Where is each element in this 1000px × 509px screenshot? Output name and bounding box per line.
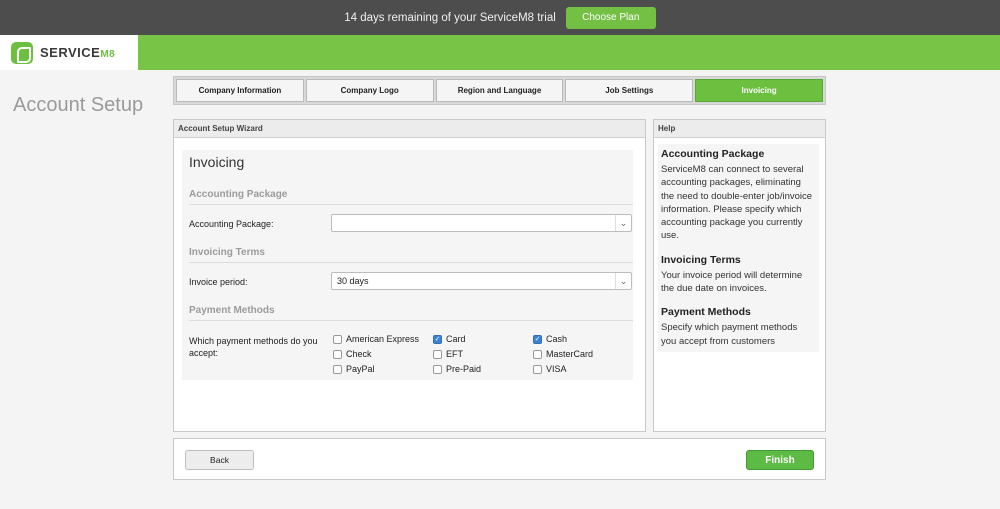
method-paypal[interactable]: PayPal xyxy=(333,363,433,375)
app-header: SERVICEM8 xyxy=(0,35,1000,70)
checkbox[interactable] xyxy=(333,364,342,374)
method-label: Card xyxy=(446,334,466,344)
method-card[interactable]: ✓ Card xyxy=(433,333,533,345)
accounting-package-label: Accounting Package: xyxy=(189,219,274,229)
checkbox[interactable] xyxy=(533,364,542,374)
method-visa[interactable]: VISA xyxy=(533,363,632,375)
method-eft[interactable]: EFT xyxy=(433,348,533,360)
checkbox-checked[interactable]: ✓ xyxy=(433,334,442,344)
invoice-period-value: 30 days xyxy=(337,276,369,286)
chevron-down-icon: ⌄ xyxy=(615,273,631,289)
logo-text-service: SERVICE xyxy=(40,45,101,60)
back-button[interactable]: Back xyxy=(185,450,254,470)
invoicing-terms-heading: Invoicing Terms xyxy=(189,247,633,263)
tab-company-information[interactable]: Company Information xyxy=(176,79,304,102)
wizard-body: Invoicing Accounting Package Accounting … xyxy=(182,150,633,380)
method-label: MasterCard xyxy=(546,349,594,359)
logo-text-m8: M8 xyxy=(100,49,116,60)
help-panel-header: Help xyxy=(654,120,825,138)
method-label: PayPal xyxy=(346,364,375,374)
setup-tabs: Company Information Company Logo Region … xyxy=(173,76,826,105)
checkbox[interactable] xyxy=(533,349,542,359)
invoice-period-select[interactable]: 30 days ⌄ xyxy=(331,272,632,290)
method-check[interactable]: Check xyxy=(333,348,433,360)
help-text-payment: Specify which payment methods you accept… xyxy=(661,322,798,347)
logo-text: SERVICEM8 xyxy=(40,45,115,60)
trial-banner: 14 days remaining of your ServiceM8 tria… xyxy=(0,0,1000,35)
method-mastercard[interactable]: MasterCard xyxy=(533,348,632,360)
checkbox-checked[interactable]: ✓ xyxy=(533,334,542,344)
method-label: Pre-Paid xyxy=(446,364,482,374)
wizard-footer: Back Finish xyxy=(173,438,826,480)
payment-methods-grid: American Express ✓ Card ✓ Cash Check EFT M… xyxy=(333,333,632,375)
tab-invoicing[interactable]: Invoicing xyxy=(695,79,823,102)
checkbox[interactable] xyxy=(333,349,342,359)
help-title-payment: Payment Methods xyxy=(661,306,751,319)
page-title: Account Setup xyxy=(13,94,144,116)
section-title: Invoicing xyxy=(189,154,245,170)
finish-button[interactable]: Finish xyxy=(746,450,814,470)
choose-plan-button[interactable]: Choose Plan xyxy=(565,6,656,29)
method-label: American Express xyxy=(346,334,420,344)
help-panel: Help Accounting Package ServiceM8 can co… xyxy=(653,119,826,432)
method-label: VISA xyxy=(546,364,567,374)
tab-job-settings[interactable]: Job Settings xyxy=(565,79,694,102)
method-label: EFT xyxy=(446,349,463,359)
tab-region-and-language[interactable]: Region and Language xyxy=(435,79,564,102)
servicem8-logo-icon xyxy=(11,41,33,64)
help-text-terms: Your invoice period will determine the d… xyxy=(661,269,803,295)
checkbox[interactable] xyxy=(433,349,442,359)
invoice-period-label: Invoice period: xyxy=(189,277,248,287)
logo[interactable]: SERVICEM8 xyxy=(0,35,138,70)
checkbox[interactable] xyxy=(333,334,342,344)
tab-company-logo[interactable]: Company Logo xyxy=(305,79,434,102)
method-american-express[interactable]: American Express xyxy=(333,333,433,345)
help-body: Accounting Package ServiceM8 can connect… xyxy=(658,144,819,352)
method-pre-paid[interactable]: Pre-Paid xyxy=(433,363,533,375)
accounting-package-select[interactable]: ⌄ xyxy=(331,214,632,232)
payment-methods-question: Which payment methods do you accept: xyxy=(189,336,318,358)
payment-methods-heading: Payment Methods xyxy=(189,305,633,321)
help-title-accounting: Accounting Package xyxy=(661,148,765,160)
wizard-panel: Account Setup Wizard Invoicing Accountin… xyxy=(173,119,646,432)
trial-message: 14 days remaining of your ServiceM8 tria… xyxy=(344,11,556,24)
help-title-terms: Invoicing Terms xyxy=(661,253,741,266)
help-text-accounting: ServiceM8 can connect to several account… xyxy=(661,164,813,242)
method-label: Cash xyxy=(546,334,568,344)
checkbox[interactable] xyxy=(433,364,442,374)
chevron-down-icon: ⌄ xyxy=(615,215,631,231)
accounting-package-heading: Accounting Package xyxy=(189,189,633,205)
wizard-panel-header: Account Setup Wizard xyxy=(174,120,645,138)
method-label: Check xyxy=(346,349,372,359)
method-cash[interactable]: ✓ Cash xyxy=(533,333,632,345)
